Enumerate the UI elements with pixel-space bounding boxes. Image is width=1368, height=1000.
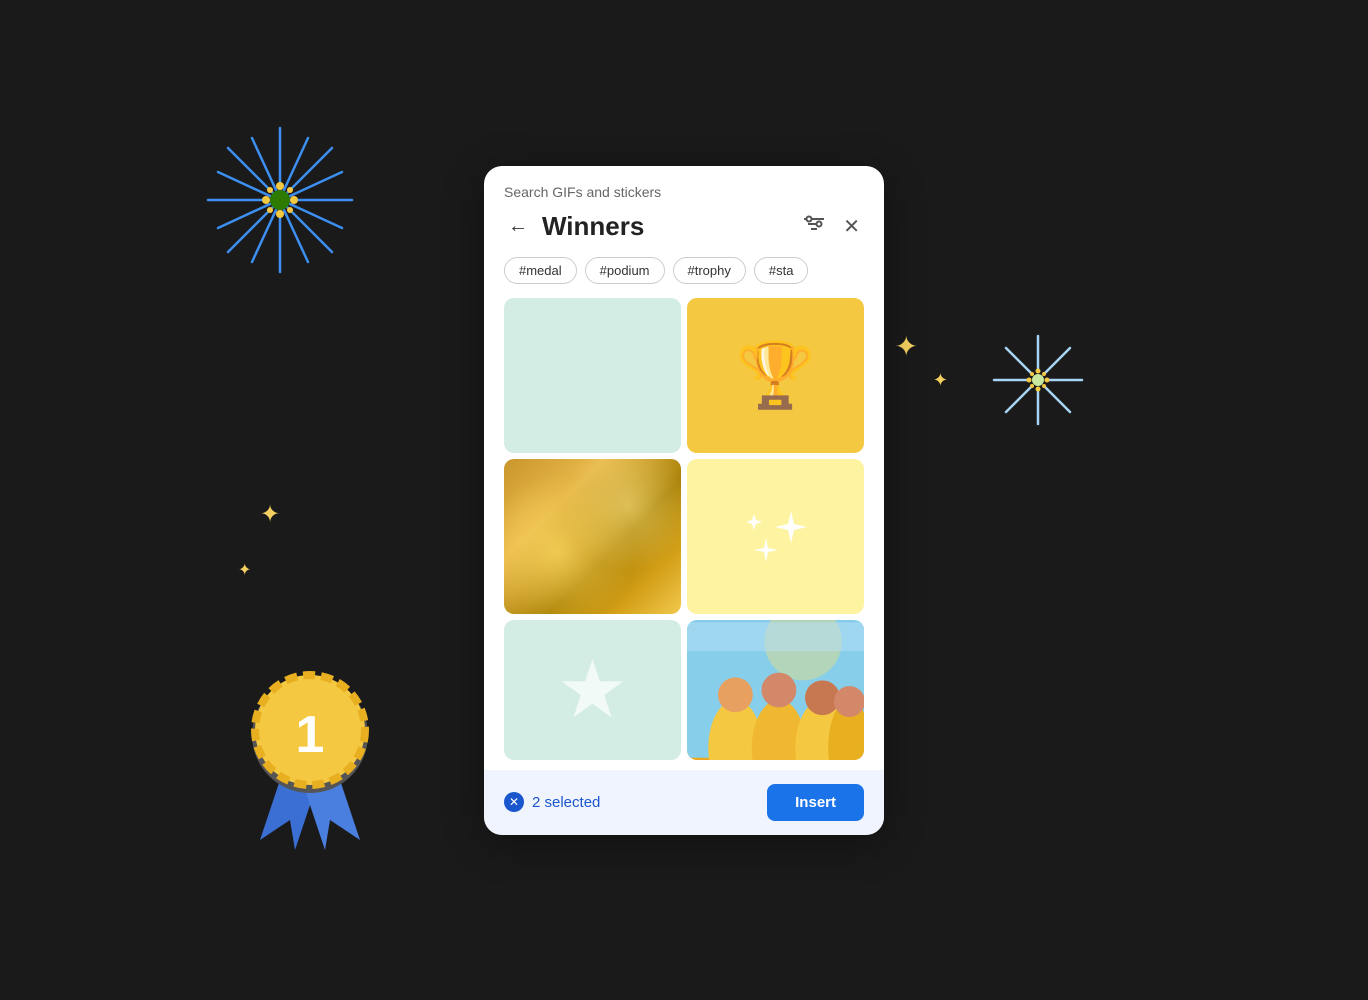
award-badge: 1 <box>220 640 400 840</box>
trophy-icon: 🏆 <box>736 338 816 413</box>
back-button[interactable]: ← <box>504 213 532 240</box>
gif-cell-3[interactable] <box>504 459 681 614</box>
title-actions: ✕ <box>799 210 864 243</box>
tag-trophy[interactable]: #trophy <box>673 257 746 284</box>
sparkles-icon <box>736 496 816 576</box>
star-icon: ★ <box>557 643 629 736</box>
gif-grid: 🏆 ★ <box>484 298 884 760</box>
gif-cell-2[interactable]: 🏆 <box>687 298 864 453</box>
clear-selection-button[interactable]: ✕ <box>504 792 524 812</box>
close-button[interactable]: ✕ <box>839 210 864 243</box>
title-left: ← Winners <box>504 211 644 242</box>
filter-button[interactable] <box>799 211 829 242</box>
gif-cell-5[interactable]: ★ <box>504 620 681 760</box>
sparkle-icon: ✦ <box>895 330 918 363</box>
sparkle-icon: ✦ <box>238 560 251 580</box>
gif-search-dialog: Search GIFs and stickers ← Winners ✕ #me… <box>484 166 884 835</box>
tags-row: #medal #podium #trophy #sta <box>484 257 884 298</box>
dialog-title: Winners <box>542 211 644 242</box>
blue-firework-icon <box>200 120 360 280</box>
gif-cell-6[interactable] <box>687 620 864 760</box>
tag-podium[interactable]: #podium <box>585 257 665 284</box>
light-firework-icon <box>988 330 1088 430</box>
gif-cell-1[interactable] <box>504 298 681 453</box>
tag-medal[interactable]: #medal <box>504 257 577 284</box>
selected-info: ✕ 2 selected <box>504 792 600 812</box>
gif-cell-4[interactable] <box>687 459 864 614</box>
team-photo-svg <box>687 620 864 760</box>
search-label: Search GIFs and stickers <box>484 166 884 206</box>
sparkle-icon: ✦ <box>260 500 280 529</box>
dialog-title-row: ← Winners ✕ <box>484 206 884 257</box>
gold-bokeh-overlay <box>504 459 681 614</box>
bottom-bar: ✕ 2 selected Insert <box>484 770 884 835</box>
insert-button[interactable]: Insert <box>767 784 864 821</box>
tag-star[interactable]: #sta <box>754 257 809 284</box>
selected-count-label: 2 selected <box>532 794 600 811</box>
filter-icon <box>803 215 825 233</box>
svg-text:1: 1 <box>296 706 325 764</box>
sparkle-icon: ✦ <box>933 370 948 391</box>
